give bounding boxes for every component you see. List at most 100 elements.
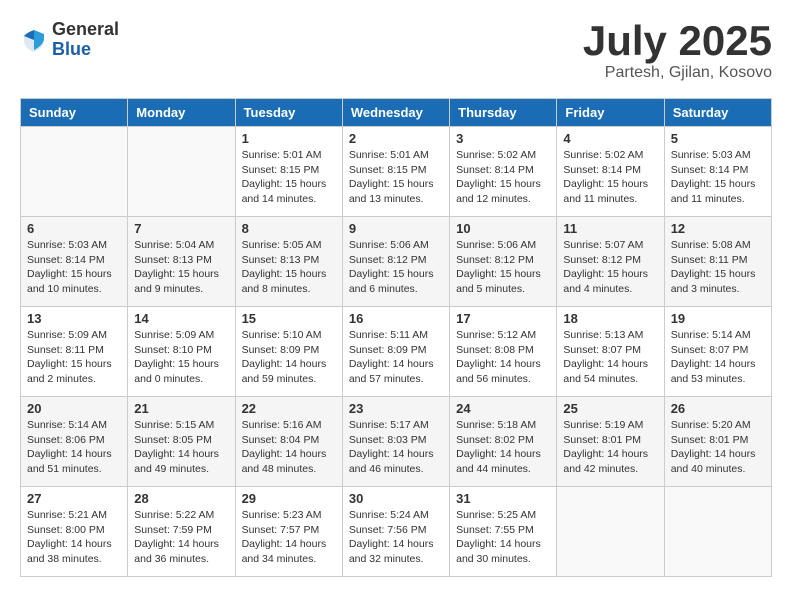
calendar-cell (557, 487, 664, 577)
day-number: 23 (349, 401, 443, 416)
day-number: 24 (456, 401, 550, 416)
calendar-cell: 30 Sunrise: 5:24 AM Sunset: 7:56 PM Dayli… (342, 487, 449, 577)
day-detail: Sunrise: 5:01 AM Sunset: 8:15 PM Dayligh… (242, 148, 336, 207)
day-number: 16 (349, 311, 443, 326)
calendar-cell: 3 Sunrise: 5:02 AM Sunset: 8:14 PM Daylig… (450, 127, 557, 217)
calendar-cell: 23 Sunrise: 5:17 AM Sunset: 8:03 PM Dayli… (342, 397, 449, 487)
day-of-week-header: Saturday (664, 99, 771, 127)
day-detail: Sunrise: 5:03 AM Sunset: 8:14 PM Dayligh… (671, 148, 765, 207)
day-detail: Sunrise: 5:19 AM Sunset: 8:01 PM Dayligh… (563, 418, 657, 477)
calendar-cell: 6 Sunrise: 5:03 AM Sunset: 8:14 PM Daylig… (21, 217, 128, 307)
day-number: 10 (456, 221, 550, 236)
calendar-cell: 29 Sunrise: 5:23 AM Sunset: 7:57 PM Dayli… (235, 487, 342, 577)
day-detail: Sunrise: 5:10 AM Sunset: 8:09 PM Dayligh… (242, 328, 336, 387)
day-detail: Sunrise: 5:24 AM Sunset: 7:56 PM Dayligh… (349, 508, 443, 567)
day-detail: Sunrise: 5:17 AM Sunset: 8:03 PM Dayligh… (349, 418, 443, 477)
logo-text: General Blue (52, 20, 119, 60)
calendar-cell: 2Sunrise: 5:01 AM Sunset: 8:15 PM Daylig… (342, 127, 449, 217)
day-number: 26 (671, 401, 765, 416)
month-title: July 2025 (583, 20, 772, 62)
calendar-cell: 16Sunrise: 5:11 AM Sunset: 8:09 PM Dayli… (342, 307, 449, 397)
day-number: 5 (671, 131, 765, 146)
day-number: 8 (242, 221, 336, 236)
day-number: 9 (349, 221, 443, 236)
day-number: 6 (27, 221, 121, 236)
day-number: 12 (671, 221, 765, 236)
day-number: 14 (134, 311, 228, 326)
day-number: 30 (349, 491, 443, 506)
day-detail: Sunrise: 5:15 AM Sunset: 8:05 PM Dayligh… (134, 418, 228, 477)
day-number: 15 (242, 311, 336, 326)
day-of-week-header: Monday (128, 99, 235, 127)
calendar-cell: 25 Sunrise: 5:19 AM Sunset: 8:01 PM Dayli… (557, 397, 664, 487)
calendar-cell: 11 Sunrise: 5:07 AM Sunset: 8:12 PM Dayli… (557, 217, 664, 307)
day-of-week-header: Thursday (450, 99, 557, 127)
day-detail: Sunrise: 5:25 AM Sunset: 7:55 PM Dayligh… (456, 508, 550, 567)
calendar-cell: 14 Sunrise: 5:09 AM Sunset: 8:10 PM Dayli… (128, 307, 235, 397)
day-detail: Sunrise: 5:13 AM Sunset: 8:07 PM Dayligh… (563, 328, 657, 387)
day-detail: Sunrise: 5:04 AM Sunset: 8:13 PM Dayligh… (134, 238, 228, 297)
calendar-cell: 18 Sunrise: 5:13 AM Sunset: 8:07 PM Dayli… (557, 307, 664, 397)
day-detail: Sunrise: 5:03 AM Sunset: 8:14 PM Dayligh… (27, 238, 121, 297)
day-number: 7 (134, 221, 228, 236)
day-detail: Sunrise: 5:21 AM Sunset: 8:00 PM Dayligh… (27, 508, 121, 567)
day-detail: Sunrise: 5:12 AM Sunset: 8:08 PM Dayligh… (456, 328, 550, 387)
calendar-cell: 22Sunrise: 5:16 AM Sunset: 8:04 PM Dayli… (235, 397, 342, 487)
calendar-week-row: 13 Sunrise: 5:09 AM Sunset: 8:11 PM Dayli… (21, 307, 772, 397)
day-number: 11 (563, 221, 657, 236)
calendar-cell: 20Sunrise: 5:14 AM Sunset: 8:06 PM Dayli… (21, 397, 128, 487)
logo-general: General (52, 20, 119, 40)
day-detail: Sunrise: 5:01 AM Sunset: 8:15 PM Dayligh… (349, 148, 443, 207)
calendar-cell: 4Sunrise: 5:02 AM Sunset: 8:14 PM Daylig… (557, 127, 664, 217)
day-detail: Sunrise: 5:14 AM Sunset: 8:07 PM Dayligh… (671, 328, 765, 387)
calendar-week-row: 6 Sunrise: 5:03 AM Sunset: 8:14 PM Daylig… (21, 217, 772, 307)
day-number: 17 (456, 311, 550, 326)
calendar-cell: 21Sunrise: 5:15 AM Sunset: 8:05 PM Dayli… (128, 397, 235, 487)
day-number: 18 (563, 311, 657, 326)
day-detail: Sunrise: 5:05 AM Sunset: 8:13 PM Dayligh… (242, 238, 336, 297)
calendar-cell: 17 Sunrise: 5:12 AM Sunset: 8:08 PM Dayli… (450, 307, 557, 397)
calendar-cell: 7 Sunrise: 5:04 AM Sunset: 8:13 PM Daylig… (128, 217, 235, 307)
calendar-week-row: 27Sunrise: 5:21 AM Sunset: 8:00 PM Dayli… (21, 487, 772, 577)
day-detail: Sunrise: 5:09 AM Sunset: 8:10 PM Dayligh… (134, 328, 228, 387)
day-number: 19 (671, 311, 765, 326)
day-detail: Sunrise: 5:22 AM Sunset: 7:59 PM Dayligh… (134, 508, 228, 567)
day-of-week-header: Sunday (21, 99, 128, 127)
day-number: 28 (134, 491, 228, 506)
calendar-cell: 28 Sunrise: 5:22 AM Sunset: 7:59 PM Dayli… (128, 487, 235, 577)
day-detail: Sunrise: 5:18 AM Sunset: 8:02 PM Dayligh… (456, 418, 550, 477)
calendar-cell: 12 Sunrise: 5:08 AM Sunset: 8:11 PM Dayli… (664, 217, 771, 307)
day-detail: Sunrise: 5:06 AM Sunset: 8:12 PM Dayligh… (349, 238, 443, 297)
day-detail: Sunrise: 5:02 AM Sunset: 8:14 PM Dayligh… (456, 148, 550, 207)
day-number: 20 (27, 401, 121, 416)
calendar-week-row: 1 Sunrise: 5:01 AM Sunset: 8:15 PM Daylig… (21, 127, 772, 217)
page-header: General Blue July 2025 Partesh, Gjilan, … (20, 20, 772, 82)
day-number: 1 (242, 131, 336, 146)
calendar-cell: 27Sunrise: 5:21 AM Sunset: 8:00 PM Dayli… (21, 487, 128, 577)
day-number: 4 (563, 131, 657, 146)
calendar-cell (21, 127, 128, 217)
day-detail: Sunrise: 5:09 AM Sunset: 8:11 PM Dayligh… (27, 328, 121, 387)
calendar-cell (664, 487, 771, 577)
calendar-cell (128, 127, 235, 217)
calendar-cell: 9 Sunrise: 5:06 AM Sunset: 8:12 PM Daylig… (342, 217, 449, 307)
calendar-header-row: SundayMondayTuesdayWednesdayThursdayFrid… (21, 99, 772, 127)
calendar-week-row: 20Sunrise: 5:14 AM Sunset: 8:06 PM Dayli… (21, 397, 772, 487)
day-detail: Sunrise: 5:08 AM Sunset: 8:11 PM Dayligh… (671, 238, 765, 297)
calendar-cell: 13 Sunrise: 5:09 AM Sunset: 8:11 PM Dayli… (21, 307, 128, 397)
day-number: 13 (27, 311, 121, 326)
calendar-cell: 5 Sunrise: 5:03 AM Sunset: 8:14 PM Daylig… (664, 127, 771, 217)
day-number: 31 (456, 491, 550, 506)
calendar-cell: 24 Sunrise: 5:18 AM Sunset: 8:02 PM Dayli… (450, 397, 557, 487)
calendar-cell: 15 Sunrise: 5:10 AM Sunset: 8:09 PM Dayli… (235, 307, 342, 397)
day-detail: Sunrise: 5:07 AM Sunset: 8:12 PM Dayligh… (563, 238, 657, 297)
location: Partesh, Gjilan, Kosovo (583, 64, 772, 82)
day-number: 29 (242, 491, 336, 506)
day-number: 25 (563, 401, 657, 416)
calendar-table: SundayMondayTuesdayWednesdayThursdayFrid… (20, 98, 772, 577)
day-detail: Sunrise: 5:23 AM Sunset: 7:57 PM Dayligh… (242, 508, 336, 567)
calendar-cell: 31 Sunrise: 5:25 AM Sunset: 7:55 PM Dayli… (450, 487, 557, 577)
title-block: July 2025 Partesh, Gjilan, Kosovo (583, 20, 772, 82)
day-number: 3 (456, 131, 550, 146)
calendar-cell: 10Sunrise: 5:06 AM Sunset: 8:12 PM Dayli… (450, 217, 557, 307)
